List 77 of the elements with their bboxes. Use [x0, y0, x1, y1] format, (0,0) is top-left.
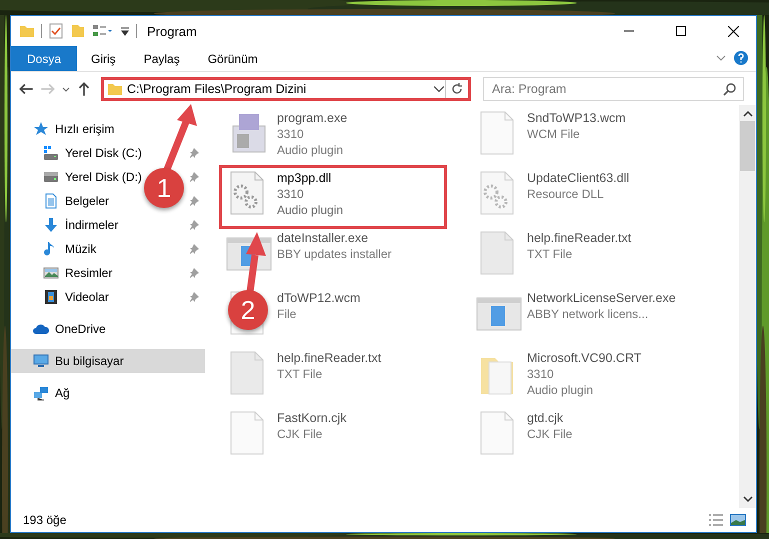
- file-name[interactable]: dateInstaller.exe: [277, 230, 392, 246]
- pin-icon[interactable]: [189, 148, 199, 158]
- sidebar-item[interactable]: Bu bilgisayar: [55, 354, 124, 368]
- search-icon[interactable]: [723, 82, 736, 96]
- file-detail: ABBY network licens...: [527, 306, 650, 322]
- window-title: Program: [147, 24, 198, 38]
- ribbon-tab[interactable]: Dosya: [11, 46, 78, 71]
- pictures-icon: [43, 265, 59, 281]
- file-detail: Audio plugin: [527, 382, 594, 398]
- scroll-thumb[interactable]: [740, 121, 755, 171]
- scroll-up-icon[interactable]: [742, 109, 752, 119]
- star-icon: [33, 121, 49, 137]
- file-detail: BBY updates installer: [277, 246, 392, 262]
- file-name[interactable]: help.fineReader.txt: [277, 350, 382, 366]
- sidebar-item[interactable]: İndirmeler: [65, 218, 118, 232]
- file-detail: TXT File: [527, 246, 574, 262]
- scroll-down-icon[interactable]: [742, 494, 752, 504]
- file-detail: Resource DLL: [527, 186, 605, 202]
- file-name[interactable]: SndToWP13.wcm: [527, 110, 626, 126]
- pin-icon[interactable]: [189, 196, 199, 206]
- file-name[interactable]: NetworkLicenseServer.exe: [527, 290, 676, 306]
- file-detail: 3310: [277, 126, 305, 142]
- file-detail: WCM File: [527, 126, 581, 142]
- sidebar-item[interactable]: Yerel Disk (C:): [65, 146, 142, 160]
- film-icon: [43, 289, 59, 305]
- help-icon[interactable]: [734, 51, 748, 65]
- file-name[interactable]: dToWP12.wcm: [277, 290, 360, 306]
- file-item[interactable]: mp3pp.dll 3310 Audio plugin: [221, 167, 445, 227]
- network-icon: [33, 385, 49, 401]
- sidebar-item[interactable]: Müzik: [65, 242, 96, 256]
- file-name[interactable]: FastKorn.cjk: [277, 410, 346, 426]
- details-view-icon[interactable]: [708, 513, 724, 527]
- sidebar-item[interactable]: OneDrive: [55, 322, 106, 336]
- sidebar-item[interactable]: Belgeler: [65, 194, 110, 208]
- file-name[interactable]: mp3pp.dll: [277, 170, 344, 186]
- file-name[interactable]: gtd.cjk: [527, 410, 572, 426]
- pin-icon[interactable]: [189, 220, 199, 230]
- pin-icon[interactable]: [189, 172, 199, 182]
- sidebar-item[interactable]: Videolar: [65, 290, 109, 304]
- item-count: 193 öğe: [23, 513, 68, 527]
- system-drive-icon: [43, 145, 59, 161]
- file-name[interactable]: UpdateClient63.dll: [527, 170, 630, 186]
- sidebar-item[interactable]: Ağ: [55, 386, 70, 400]
- file-detail: 3310: [527, 366, 555, 382]
- search-field[interactable]: Ara: Program: [483, 76, 744, 100]
- ribbon-tab[interactable]: Paylaş: [130, 46, 194, 71]
- properties-icon[interactable]: [92, 23, 114, 39]
- document-icon: [43, 193, 59, 209]
- download-icon: [43, 217, 59, 233]
- close-icon: [728, 26, 738, 36]
- thumbnail-view-icon[interactable]: [730, 513, 746, 527]
- ribbon-tab[interactable]: Giriş: [77, 46, 130, 71]
- pin-icon[interactable]: [189, 292, 199, 302]
- file-detail: Audio plugin: [277, 142, 344, 158]
- file-name[interactable]: help.fineReader.txt: [527, 230, 632, 246]
- file-name[interactable]: program.exe: [277, 110, 348, 126]
- ribbon-tab[interactable]: Görünüm: [194, 46, 272, 71]
- pin-icon[interactable]: [189, 244, 199, 254]
- file-detail: TXT File: [277, 366, 324, 382]
- checklist-icon[interactable]: [48, 23, 64, 39]
- sidebar-item[interactable]: Resimler: [65, 266, 112, 280]
- file-detail: Audio plugin: [277, 202, 344, 218]
- scrollbar[interactable]: [739, 105, 756, 508]
- file-detail: 3310: [277, 186, 305, 202]
- file-detail: CJK File: [277, 426, 324, 442]
- sidebar-item[interactable]: Hızlı erişim: [55, 122, 114, 136]
- file-detail: CJK File: [527, 426, 572, 442]
- file-detail: File: [277, 306, 298, 322]
- pin-icon[interactable]: [189, 268, 199, 278]
- arrow: [246, 232, 266, 292]
- refresh-icon[interactable]: [451, 82, 463, 94]
- maximize-icon: [676, 26, 686, 36]
- sidebar-item[interactable]: Yerel Disk (D:): [65, 170, 142, 184]
- file-name[interactable]: Microsoft.VC90.CRT: [527, 350, 642, 366]
- drive-icon: [43, 169, 59, 185]
- address-field[interactable]: C:\Program Files\Program Dizini: [101, 76, 471, 100]
- computer-icon: [33, 353, 49, 369]
